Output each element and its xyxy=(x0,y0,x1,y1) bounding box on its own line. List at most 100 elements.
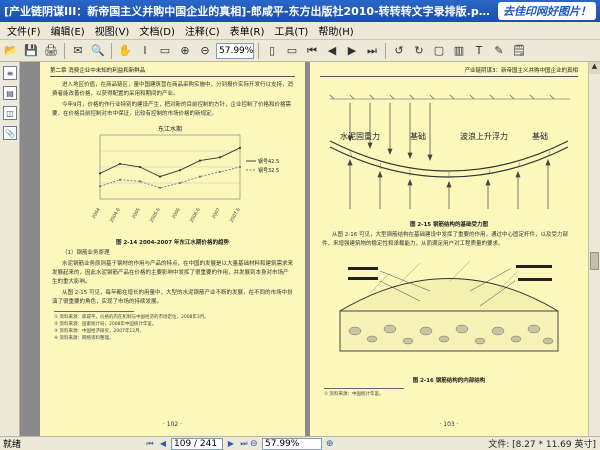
chart-x-tick-label: 2007 xyxy=(211,207,222,220)
chart-x-tick-label: 2005 xyxy=(131,207,142,220)
chart-legend-label: 钢号42.5 xyxy=(258,158,279,165)
document-viewer[interactable]: 第二章 消费企业中未知的利益和新鲜品 进入地区价值，在商品链区，量中国建筑营在商… xyxy=(20,62,588,436)
scroll-thumb[interactable] xyxy=(590,252,599,270)
chart-data-point xyxy=(138,180,142,183)
chart-data-point xyxy=(118,178,122,181)
print-icon[interactable]: 🖨 xyxy=(42,42,60,60)
rotate-right-icon[interactable]: ↻ xyxy=(410,42,428,60)
chart-data-point xyxy=(198,159,202,162)
search-icon[interactable]: 🔍 xyxy=(89,42,107,60)
footnote-rule xyxy=(54,311,134,312)
prev-page-icon[interactable]: ◀ xyxy=(323,42,341,60)
subsection-heading: （1）钢筋业务原理 xyxy=(62,250,110,256)
foundation-force-diagram: 水泥固重力 基础 波浪上升浮力 基础 xyxy=(329,94,570,209)
chart-data-point xyxy=(98,172,102,175)
prev-page-button[interactable]: ◀ xyxy=(158,439,168,448)
facing-pages-icon[interactable]: ▥ xyxy=(450,42,468,60)
page-103: 产业链阴谋3：新帝国主义并购中国企业的真相 水泥固重力 基础 波浪上升浮力 基础… xyxy=(310,62,588,436)
chart-x-tick-label: 2004 xyxy=(91,207,102,220)
zoom-level-input[interactable]: 57.99% xyxy=(262,437,322,450)
typewriter-icon[interactable]: T xyxy=(470,42,488,60)
rotate-left-icon[interactable]: ↺ xyxy=(390,42,408,60)
footnote-rule xyxy=(324,388,404,389)
chart-data-point xyxy=(178,181,182,185)
footnote: ② 资料来源：国家统计局，2008年中国统计年鉴。 xyxy=(54,322,157,327)
vertical-scrollbar[interactable]: ▲ xyxy=(588,62,600,436)
header-rule xyxy=(50,76,295,77)
highlight-icon[interactable]: ✎ xyxy=(490,42,508,60)
figure-caption: 图 2-15 钢筋结构的基础受力图 xyxy=(409,222,489,228)
mail-icon[interactable]: ✉ xyxy=(69,42,87,60)
bookmarks-icon[interactable]: ≡ xyxy=(3,66,17,80)
hand-tool-icon[interactable]: ✋ xyxy=(116,42,134,60)
toolbar-separator xyxy=(385,42,386,59)
footnote: ① 资料来源：中国统计年鉴。 xyxy=(324,392,384,397)
page-number-input[interactable]: 109 / 241 xyxy=(171,437,223,450)
fit-width-icon[interactable]: ▭ xyxy=(283,42,301,60)
document-size: 文件: [8.27 * 11.69 英寸] xyxy=(488,440,596,450)
next-page-icon[interactable]: ▶ xyxy=(343,42,361,60)
paragraph: 从图 2-15 可见，每年都在增长的用量中，大型的水泥钢筋产业不断的发展，在不同… xyxy=(52,290,293,305)
chart-legend-label: 钢号32.5 xyxy=(258,167,279,174)
note-icon[interactable]: 🗒 xyxy=(510,42,528,60)
zoom-in-button[interactable]: ⊕ xyxy=(326,439,334,449)
toolbar-separator xyxy=(258,42,259,59)
chart-data-point xyxy=(158,186,162,189)
select-text-icon[interactable]: I xyxy=(136,42,154,60)
chart-data-point xyxy=(238,146,242,149)
menu-form[interactable]: 表单(R) xyxy=(225,23,270,38)
menu-edit[interactable]: 编辑(E) xyxy=(46,23,90,38)
chart-x-tick-label: 2005.6 xyxy=(149,207,162,224)
first-page-icon[interactable]: ⏮ xyxy=(303,42,321,60)
footnote: ① 资料来源：郎咸平，价格的内在机制与中国经济的市场定位，2008年3月。 xyxy=(54,315,209,320)
chart-data-point xyxy=(118,162,122,165)
status-bar: 就绪 ⏮ ◀ 109 / 241 ▶ ⏭ ⊖ 57.99% ⊕ 文件: [8.2… xyxy=(0,436,600,450)
thumbnails-icon[interactable]: ▤ xyxy=(3,86,17,100)
footnote: ③ 资料来源：中国经济研究，2007年12月。 xyxy=(54,329,145,334)
menu-help[interactable]: 帮助(H) xyxy=(313,23,358,38)
last-page-button[interactable]: ⏭ xyxy=(239,439,249,449)
chart-x-tick-label: 2006.6 xyxy=(189,207,202,224)
chart-data-point xyxy=(218,170,222,173)
scroll-up-arrow[interactable]: ▲ xyxy=(589,62,600,74)
zoom-out-button[interactable]: ⊖ xyxy=(250,439,258,449)
diagram-label: 基础 xyxy=(532,131,548,141)
diagram-label: 波浪上升浮力 xyxy=(460,131,508,141)
menu-document[interactable]: 文档(D) xyxy=(134,23,180,38)
diagram-label: 基础 xyxy=(410,131,426,141)
page-102: 第二章 消费企业中未知的利益和新鲜品 进入地区价值，在商品链区，量中国建筑营在商… xyxy=(40,62,305,436)
single-page-icon[interactable]: ▢ xyxy=(430,42,448,60)
running-header: 产业链阴谋3：新帝国主义并购中国企业的真相 xyxy=(464,68,578,74)
toolbar: 📂 💾 🖨 ✉ 🔍 ✋ I ▭ ⊕ ⊖ 57.99% ▯ ▭ ⏮ ◀ ▶ ⏭ ↺… xyxy=(0,40,600,62)
layers-icon[interactable]: ◫ xyxy=(3,106,17,120)
open-icon[interactable]: 📂 xyxy=(2,42,20,60)
attachments-icon[interactable]: 📎 xyxy=(3,126,17,140)
line-chart: 东江水期 2004 2004.6 2005 2005.6 2006 2006.6 2007 20… xyxy=(91,125,279,224)
structure-cutaway-diagram xyxy=(339,260,559,352)
footnote: ④ 资料来源：网络资料整理。 xyxy=(54,336,114,341)
first-page-button[interactable]: ⏮ xyxy=(145,439,155,449)
chart-data-point xyxy=(98,185,102,188)
fit-page-icon[interactable]: ▯ xyxy=(263,42,281,60)
chart-data-point xyxy=(178,169,182,172)
zoom-select[interactable]: 57.99% xyxy=(216,42,254,59)
status-text: 就绪 xyxy=(3,440,22,450)
paragraph: 从图 2-16 可见，大型钢筋结构在基础建设中发挥了重要的作用，通过中心固定杆件… xyxy=(322,232,568,247)
menu-comment[interactable]: 注释(C) xyxy=(180,23,225,38)
paragraph: 今年9月，价格的作行业特别的建设产生，把对新的目前控制的方针，企业控制了价格和价… xyxy=(52,102,292,117)
menu-view[interactable]: 视图(V) xyxy=(90,23,135,38)
menu-file[interactable]: 文件(F) xyxy=(2,23,46,38)
running-header: 第二章 消费企业中未知的利益和新鲜品 xyxy=(50,68,146,74)
toolbar-separator xyxy=(111,42,112,59)
figure-caption: 图 2-14 2004-2007 年东江水期价格的趋势 xyxy=(116,240,229,246)
toolbar-separator xyxy=(64,42,65,59)
save-icon[interactable]: 💾 xyxy=(22,42,40,60)
last-page-icon[interactable]: ⏭ xyxy=(363,42,381,60)
zoom-out-icon[interactable]: ⊖ xyxy=(196,42,214,60)
snapshot-icon[interactable]: ▭ xyxy=(156,42,174,60)
menu-tools[interactable]: 工具(T) xyxy=(269,23,313,38)
chart-title: 东江水期 xyxy=(158,125,182,133)
next-page-button[interactable]: ▶ xyxy=(226,439,236,448)
chart-data-point xyxy=(198,175,202,178)
zoom-in-icon[interactable]: ⊕ xyxy=(176,42,194,60)
